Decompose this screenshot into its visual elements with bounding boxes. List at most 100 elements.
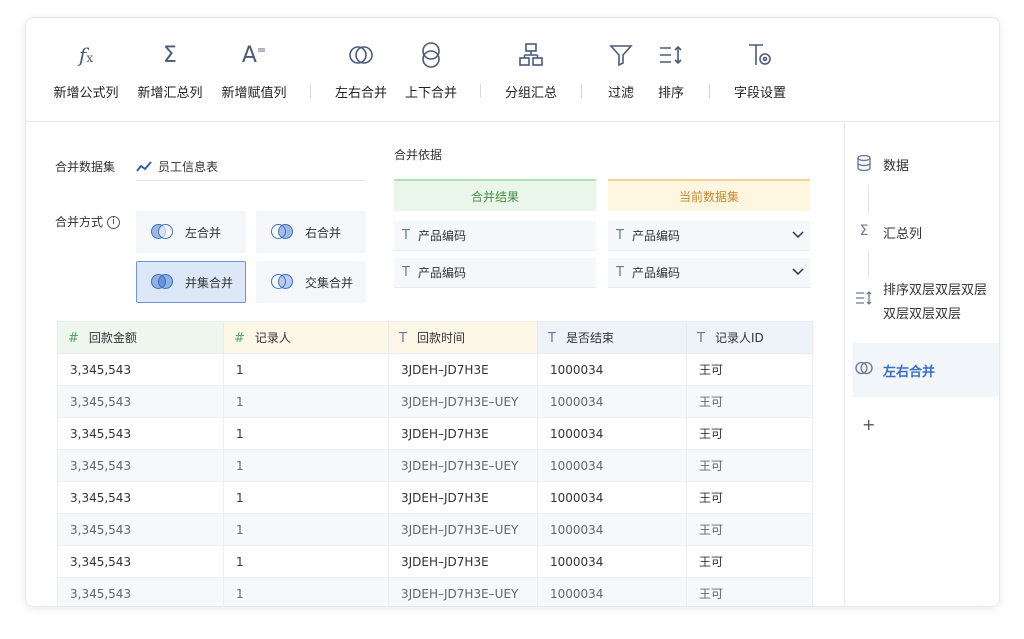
table-cell: 王可 [686, 417, 813, 450]
dataset-selector[interactable]: 员工信息表 [136, 153, 366, 181]
add-summary-column-button[interactable]: Σ 新增汇总列 [132, 40, 208, 102]
add-assign-column-button[interactable]: A= 新增赋值列 [216, 40, 292, 102]
table-cell: 王可 [686, 545, 813, 578]
table-cell: 王可 [686, 385, 813, 418]
toolbar: fx 新增公式列 Σ 新增汇总列 A= 新增赋值列 左右合并 上下合并 分组汇总… [26, 18, 999, 122]
merge-config-area: 合并数据集 员工信息表 合并方式 i 左合并 右合并 并集合并 交集合并 合并依… [26, 123, 844, 606]
venn-icon [269, 222, 295, 242]
step-item-sort[interactable]: 排序双层双层双层双层双层双层 [855, 279, 999, 329]
venn-icon [855, 361, 873, 379]
table-cell: 3JDEH–JD7H3E–UEY [388, 513, 538, 546]
table-header-row: # 回款金额 # 记录人 T 回款时间 T 是否结束 T 记录人ID [57, 321, 813, 354]
venn-icon [149, 222, 175, 242]
table-cell: 3JDEH–JD7H3E–UEY [388, 449, 538, 482]
table-cell: 1 [223, 513, 389, 546]
group-summary-button[interactable]: 分组汇总 [500, 40, 562, 101]
table-cell: 3JDEH–JD7H3E [388, 481, 538, 514]
table-cell: 1000034 [537, 577, 687, 606]
table-row: 3,345,543 1 3JDEH–JD7H3E–UEY 1000034 王可 [57, 577, 813, 606]
step-item-left-right-merge[interactable]: 左右合并 [853, 343, 999, 397]
column-header[interactable]: T 记录人ID [686, 321, 813, 354]
current-field-select[interactable]: T 产品编码 [608, 258, 810, 288]
text-type-icon: T [616, 265, 624, 280]
right-merge-option[interactable]: 右合并 [256, 211, 366, 253]
left-right-merge-button[interactable]: 左右合并 [330, 40, 392, 101]
transform-panel: fx 新增公式列 Σ 新增汇总列 A= 新增赋值列 左右合并 上下合并 分组汇总… [25, 17, 1000, 607]
field-settings-button[interactable]: 字段设置 [724, 40, 796, 101]
toolbar-divider [310, 84, 311, 98]
intersection-merge-option[interactable]: 交集合并 [256, 261, 366, 303]
table-cell: 3JDEH–JD7H3E–UEY [388, 385, 538, 418]
sort-icon [855, 291, 873, 309]
table-cell: 1000034 [537, 417, 687, 450]
table-cell: 3JDEH–JD7H3E [388, 353, 538, 386]
left-merge-option[interactable]: 左合并 [136, 211, 246, 253]
table-cell: 3,345,543 [57, 385, 224, 418]
toolbar-divider [709, 84, 710, 98]
chevron-down-icon [792, 231, 804, 239]
preview-table: # 回款金额 # 记录人 T 回款时间 T 是否结束 T 记录人ID 3,345,543 1… [57, 321, 813, 606]
sigma-icon: Σ [163, 42, 177, 68]
step-connector [868, 185, 869, 213]
venn-icon [349, 46, 373, 64]
step-list: 数据 Σ 汇总列 排序双层双层双层双层双层双层 左右合并 + [844, 123, 999, 606]
info-icon[interactable]: i [106, 216, 120, 229]
toolbar-divider [581, 84, 582, 98]
top-bottom-merge-button[interactable]: 上下合并 [400, 40, 462, 101]
union-vertical-icon [422, 42, 440, 68]
field-settings-icon [749, 44, 771, 65]
add-step-button[interactable]: + [862, 415, 875, 434]
column-header[interactable]: # 记录人 [223, 321, 389, 354]
dataset-label: 合并数据集 [55, 160, 116, 174]
result-header: 合并结果 [394, 179, 596, 211]
text-type-icon: T [402, 265, 410, 280]
table-cell: 3,345,543 [57, 545, 224, 578]
table-row: 3,345,543 1 3JDEH–JD7H3E–UEY 1000034 王可 [57, 385, 813, 418]
table-cell: 1 [223, 449, 389, 482]
union-merge-option[interactable]: 并集合并 [136, 261, 246, 303]
table-cell: 王可 [686, 577, 813, 606]
venn-icon [269, 272, 295, 292]
sort-button[interactable]: 排序 [650, 40, 692, 101]
result-field[interactable]: T 产品编码 [394, 221, 596, 251]
table-row: 3,345,543 1 3JDEH–JD7H3E 1000034 王可 [57, 481, 813, 514]
table-cell: 3,345,543 [57, 513, 224, 546]
table-cell: 王可 [686, 449, 813, 482]
step-item-summary[interactable]: Σ 汇总列 [855, 221, 999, 247]
text-type-icon: T [616, 228, 624, 243]
table-cell: 3JDEH–JD7H3E–UEY [388, 577, 538, 606]
table-cell: 3,345,543 [57, 353, 224, 386]
table-cell: 王可 [686, 513, 813, 546]
table-cell: 王可 [686, 481, 813, 514]
table-cell: 1000034 [537, 513, 687, 546]
basis-label: 合并依据 [394, 148, 443, 162]
table-cell: 3,345,543 [57, 481, 224, 514]
table-cell: 1000034 [537, 545, 687, 578]
column-header[interactable]: # 回款金额 [57, 321, 224, 354]
table-cell: 1 [223, 353, 389, 386]
formula-icon: fx [78, 43, 94, 67]
column-header[interactable]: T 回款时间 [388, 321, 538, 354]
table-row: 3,345,543 1 3JDEH–JD7H3E–UEY 1000034 王可 [57, 449, 813, 482]
chevron-down-icon [792, 268, 804, 276]
table-cell: 3,345,543 [57, 417, 224, 450]
table-cell: 3JDEH–JD7H3E [388, 545, 538, 578]
group-icon [519, 43, 543, 66]
table-row: 3,345,543 1 3JDEH–JD7H3E 1000034 王可 [57, 353, 813, 386]
step-item-data[interactable]: 数据 [855, 153, 999, 179]
toolbar-divider [480, 84, 481, 98]
table-row: 3,345,543 1 3JDEH–JD7H3E 1000034 王可 [57, 545, 813, 578]
current-field-select[interactable]: T 产品编码 [608, 221, 810, 251]
table-cell: 1 [223, 545, 389, 578]
venn-icon [149, 272, 175, 292]
table-cell: 3JDEH–JD7H3E [388, 417, 538, 450]
table-row: 3,345,543 1 3JDEH–JD7H3E–UEY 1000034 王可 [57, 513, 813, 546]
filter-button[interactable]: 过滤 [600, 40, 642, 101]
column-header[interactable]: T 是否结束 [537, 321, 687, 354]
filter-icon [609, 45, 633, 67]
result-field[interactable]: T 产品编码 [394, 258, 596, 288]
add-formula-column-button[interactable]: fx 新增公式列 [48, 40, 124, 101]
dataset-value: 员工信息表 [158, 160, 219, 174]
sort-icon [660, 45, 682, 65]
table-cell: 3,345,543 [57, 449, 224, 482]
